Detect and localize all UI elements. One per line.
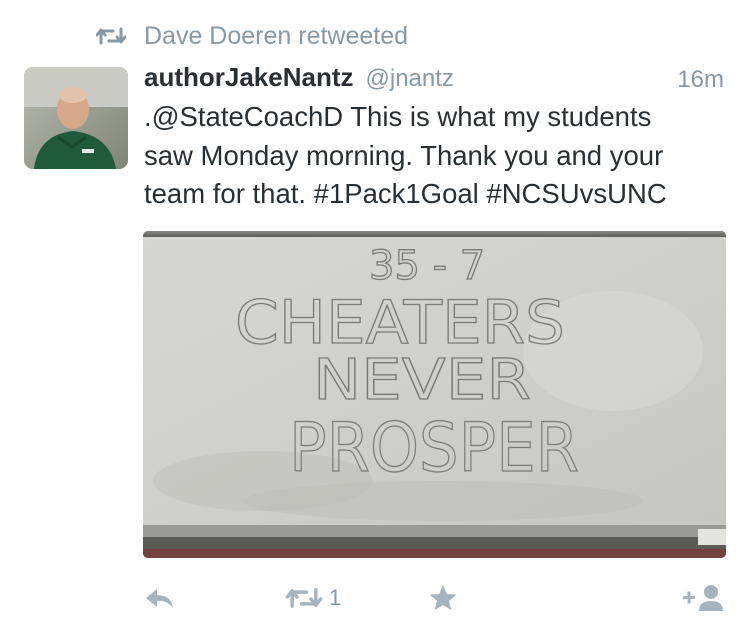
author-name[interactable]: authorJakeNantz (144, 62, 354, 93)
star-icon (429, 585, 457, 611)
retweet-context: Dave Doeren retweeted (96, 20, 408, 52)
tweet-card[interactable]: Dave Doeren retweeted authorJakeNantz @j… (0, 0, 749, 633)
tweet-text-line: saw Monday morning. Thank you and your (144, 139, 664, 171)
tweet-header: authorJakeNantz @jnantz 16m (144, 62, 724, 98)
avatar-photo (24, 67, 128, 169)
tweet-text-line: team for that. #1Pack1Goal #NCSUvsUNC (144, 178, 667, 209)
add-user-icon (683, 585, 723, 611)
retweet-count: 1 (329, 585, 342, 610)
tweet-actions: 1 (0, 578, 749, 618)
whiteboard-photo: 35 - 7 CHEATERS NEVER PROSPER (143, 231, 726, 558)
retweet-icon (285, 587, 323, 609)
whiteboard-score: 35 - 7 (369, 243, 485, 289)
tweet-photo[interactable]: 35 - 7 CHEATERS NEVER PROSPER (143, 231, 726, 558)
whiteboard-line: NEVER (313, 348, 531, 413)
tweet-timestamp[interactable]: 16m (677, 66, 724, 94)
avatar[interactable] (24, 67, 128, 169)
whiteboard-line: PROSPER (289, 409, 579, 488)
reply-icon (146, 589, 173, 608)
tweet-text: .@StateCoachD This is what my students s… (144, 98, 734, 214)
retweet-button[interactable]: 1 (285, 578, 341, 618)
reply-button[interactable] (143, 578, 175, 618)
follow-button[interactable] (682, 578, 726, 618)
favorite-button[interactable] (428, 578, 458, 618)
author-handle[interactable]: @jnantz (366, 65, 454, 93)
retweet-icon (96, 27, 126, 45)
retweet-context-text: Dave Doeren retweeted (144, 21, 409, 50)
tweet-text-line: .@StateCoachD This is what my students (144, 101, 652, 132)
